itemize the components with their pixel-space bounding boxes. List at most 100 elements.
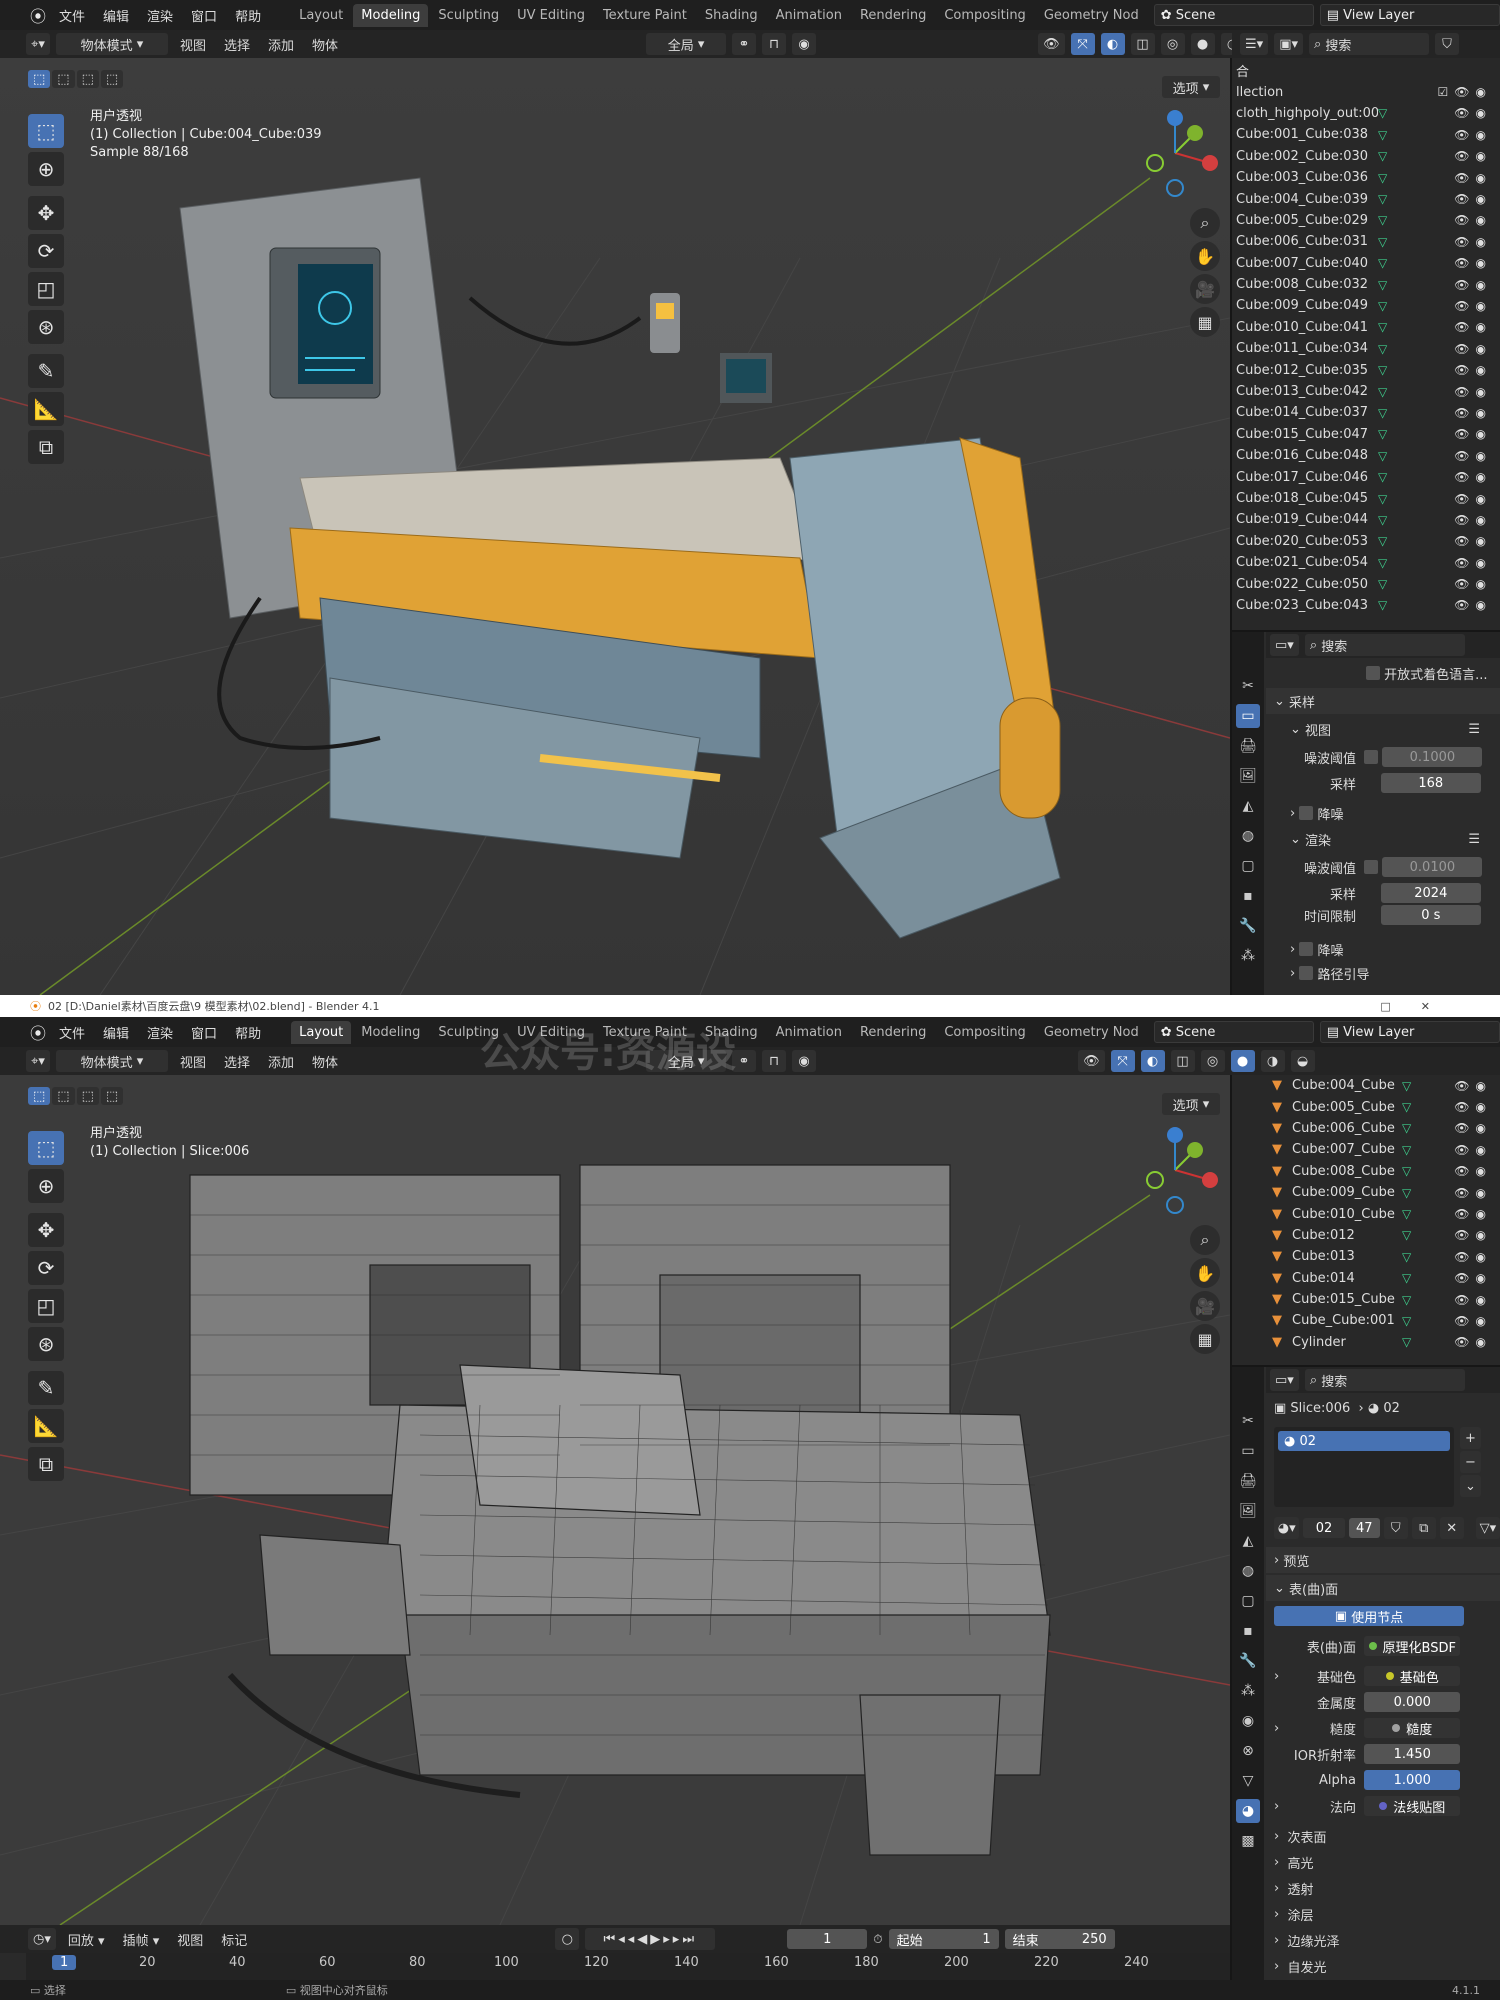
mode-dropdown[interactable]: 物体模式 ▾: [56, 33, 168, 55]
outliner-search[interactable]: ⌕ 搜索: [1309, 33, 1429, 55]
visibility-toggle-icon[interactable]: 👁◉: [1454, 534, 1492, 548]
tab-geometry-nodes[interactable]: Geometry Nod: [1036, 4, 1147, 27]
tool-tab-icon[interactable]: ✂: [1236, 1409, 1260, 1433]
select-box-tool-icon[interactable]: ⬚: [28, 114, 64, 148]
outliner-item[interactable]: Cube:014_Cube:037 ▽ 👁◉: [1232, 402, 1500, 423]
view-layer-selector[interactable]: ▤ View Layer: [1319, 4, 1500, 26]
display-mode-icon[interactable]: ▣▾: [1274, 33, 1303, 55]
visibility-toggle-icon[interactable]: 👁◉: [1454, 1079, 1492, 1093]
visibility-toggle-icon[interactable]: 👁◉: [1454, 1314, 1492, 1328]
start-frame-field[interactable]: 起始 1: [888, 1929, 999, 1949]
navigation-gizmo[interactable]: [1130, 1125, 1220, 1215]
noise-threshold-checkbox[interactable]: [1364, 750, 1379, 764]
transmission-panel[interactable]: › 透射: [1266, 1875, 1500, 1901]
grid-icon[interactable]: ▦: [1190, 307, 1220, 337]
specular-panel[interactable]: › 高光: [1266, 1849, 1500, 1875]
outliner-item[interactable]: ▼ Cube:013 ▽ 👁◉: [1232, 1246, 1500, 1267]
xray-icon[interactable]: ◫: [1130, 33, 1155, 55]
tab-rendering[interactable]: Rendering: [852, 1021, 934, 1044]
coat-panel[interactable]: › 涂层: [1266, 1901, 1500, 1927]
properties-search[interactable]: ⌕ 搜索: [1304, 1369, 1465, 1391]
end-frame-field[interactable]: 结束 250: [1004, 1929, 1115, 1949]
metallic-field[interactable]: 0.000: [1364, 1692, 1461, 1712]
add-cube-tool-icon[interactable]: ⧉: [28, 430, 64, 464]
visibility-toggle-icon[interactable]: 👁◉: [1454, 235, 1492, 249]
tool-tab-icon[interactable]: ✂: [1236, 674, 1260, 698]
scene-tab-icon[interactable]: ◭: [1236, 794, 1260, 818]
tab-animation[interactable]: Animation: [768, 1021, 850, 1044]
unlink-icon[interactable]: ✕: [1439, 1517, 1464, 1539]
menu-window[interactable]: 窗口: [182, 6, 226, 25]
shading-wire-icon[interactable]: ◎: [1200, 1050, 1225, 1072]
outliner-item[interactable]: Cube:007_Cube:040 ▽ 👁◉: [1232, 253, 1500, 274]
visibility-icon[interactable]: 👁: [1078, 1050, 1105, 1072]
scene-selector[interactable]: ✿ Scene: [1153, 1021, 1314, 1043]
remove-slot-icon[interactable]: −: [1460, 1451, 1481, 1473]
link-type-icon[interactable]: ▽▾: [1475, 1517, 1500, 1539]
properties-search[interactable]: ⌕ 搜索: [1304, 634, 1465, 656]
record-icon[interactable]: ○: [555, 1928, 580, 1950]
collection-row[interactable]: llection ☑👁◉: [1232, 81, 1500, 102]
overlay-icon[interactable]: ◐: [1140, 1050, 1165, 1072]
pivot-icon[interactable]: ⚭: [732, 33, 757, 55]
shading-material-icon[interactable]: ◑: [1260, 1050, 1285, 1072]
path-guiding-checkbox[interactable]: [1299, 966, 1314, 980]
tab-compositing[interactable]: Compositing: [936, 4, 1034, 27]
outliner-item[interactable]: ▼ Cube:012 ▽ 👁◉: [1232, 1225, 1500, 1246]
visibility-toggle-icon[interactable]: 👁◉: [1454, 1186, 1492, 1200]
list-icon[interactable]: ☰: [1468, 722, 1480, 737]
gizmo-icon[interactable]: ⤧: [1110, 1050, 1135, 1072]
preview-panel-header[interactable]: › 预览: [1266, 1547, 1500, 1573]
grid-icon[interactable]: ▦: [1190, 1324, 1220, 1354]
playback-controls[interactable]: ⏮◂◂◀▶▸▸⏭: [585, 1928, 716, 1950]
annotate-tool-icon[interactable]: ✎: [28, 1371, 64, 1405]
options-dropdown[interactable]: 选项 ▾: [1162, 76, 1220, 98]
menu-help[interactable]: 帮助: [226, 6, 270, 25]
add-slot-icon[interactable]: +: [1460, 1427, 1481, 1449]
chevron-down-icon[interactable]: ⌄: [1460, 1475, 1481, 1497]
snap-icon[interactable]: ⊓: [762, 1050, 787, 1072]
select-subtract-icon[interactable]: ⬚: [76, 1087, 99, 1105]
roughness-row[interactable]: › 糙度 糙度: [1266, 1715, 1500, 1741]
osl-checkbox-row[interactable]: 开放式着色语言...: [1266, 660, 1500, 686]
scene-selector[interactable]: ✿ Scene: [1153, 4, 1314, 26]
menu-help[interactable]: 帮助: [226, 1023, 270, 1042]
outliner-item[interactable]: ▼ Cube:014 ▽ 👁◉: [1232, 1268, 1500, 1289]
render-tab-icon[interactable]: ▭: [1236, 1439, 1260, 1463]
visibility-toggle-icon[interactable]: 👁◉: [1454, 427, 1492, 441]
overlay-icon[interactable]: ◐: [1100, 33, 1125, 55]
menu-view[interactable]: 视图: [174, 35, 212, 54]
outliner-item[interactable]: ▼ Cube:006_Cube ▽ 👁◉: [1232, 1118, 1500, 1139]
visibility-icon[interactable]: 👁: [1038, 33, 1065, 55]
visibility-toggle-icon[interactable]: 👁◉: [1454, 556, 1492, 570]
visibility-toggle-icon[interactable]: 👁◉: [1454, 149, 1492, 163]
tab-modeling[interactable]: Modeling: [353, 1021, 428, 1044]
outliner-item[interactable]: Cube:022_Cube:050 ▽ 👁◉: [1232, 573, 1500, 594]
playhead[interactable]: 1: [52, 1955, 77, 1970]
outliner-editor-icon[interactable]: ☰▾: [1240, 33, 1269, 55]
properties-editor-icon[interactable]: ▭▾: [1270, 1369, 1299, 1391]
emission-panel[interactable]: › 自发光: [1266, 1953, 1500, 1979]
gizmo-icon[interactable]: ⤧: [1070, 33, 1095, 55]
scale-tool-icon[interactable]: ◰: [28, 272, 64, 306]
scene-collection-row[interactable]: 合: [1232, 60, 1500, 81]
modifier-tab-icon[interactable]: 🔧: [1236, 914, 1260, 938]
visibility-toggle-icon[interactable]: 👁◉: [1454, 1207, 1492, 1221]
subsurface-panel[interactable]: › 次表面: [1266, 1823, 1500, 1849]
outliner-item[interactable]: Cube:012_Cube:035 ▽ 👁◉: [1232, 359, 1500, 380]
menu-select[interactable]: 选择: [218, 35, 256, 54]
visibility-toggle-icon[interactable]: 👁◉: [1454, 449, 1492, 463]
scale-tool-icon[interactable]: ◰: [28, 1289, 64, 1323]
cursor-tool-icon[interactable]: ⊕: [28, 1169, 64, 1203]
pan-hand-icon[interactable]: ✋: [1190, 1258, 1220, 1288]
playback-menu[interactable]: 回放 ▾: [62, 1930, 111, 1949]
visibility-toggle-icon[interactable]: ☑👁◉: [1438, 85, 1492, 99]
move-tool-icon[interactable]: ✥: [28, 196, 64, 230]
sampling-panel-header[interactable]: ⌄ 采样: [1266, 688, 1500, 714]
outliner-item[interactable]: Cube:018_Cube:045 ▽ 👁◉: [1232, 488, 1500, 509]
shading-solid-icon[interactable]: ●: [1190, 33, 1215, 55]
denoise-subpanel-2[interactable]: › 降噪: [1266, 936, 1500, 962]
menu-edit[interactable]: 编辑: [94, 6, 138, 25]
material-slot-list[interactable]: ◕ 02: [1274, 1427, 1454, 1507]
view-layer-tab-icon[interactable]: 🖼: [1236, 1499, 1260, 1523]
